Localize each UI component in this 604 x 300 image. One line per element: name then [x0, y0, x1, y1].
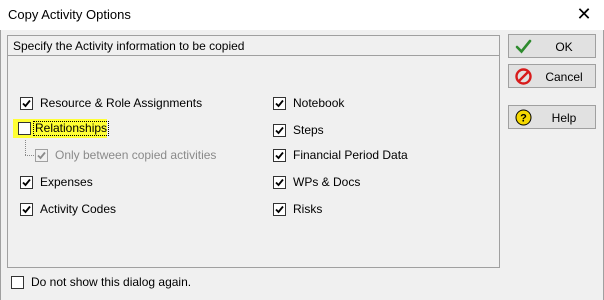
help-button[interactable]: ? Help [508, 105, 596, 129]
close-icon[interactable]: ✕ [564, 0, 604, 30]
cancel-icon [515, 68, 532, 85]
option-label: WPs & Docs [293, 175, 361, 189]
option-label: Notebook [293, 96, 345, 110]
checkmark-icon [22, 99, 31, 108]
cancel-button-label: Cancel [545, 70, 583, 84]
checkbox-only-between-copied-activities [35, 149, 48, 162]
option-label: Financial Period Data [293, 148, 408, 162]
checkbox-relationships[interactable] [18, 122, 31, 135]
checkbox-activity-codes[interactable] [20, 203, 33, 216]
ok-button[interactable]: OK [508, 34, 596, 58]
option-label: Do not show this dialog again. [31, 275, 192, 289]
tree-connector [25, 155, 34, 156]
option-label: Risks [293, 202, 323, 216]
checkbox-resource-role-assignments[interactable] [20, 97, 33, 110]
checkmark-icon [275, 178, 284, 187]
option-label: Activity Codes [40, 202, 117, 216]
option-label: Expenses [40, 175, 93, 189]
option-label: Resource & Role Assignments [40, 96, 203, 110]
option-label: Only between copied activities [55, 148, 217, 162]
checkmark-icon [515, 39, 532, 54]
checkmark-icon [275, 99, 284, 108]
option-label: Steps [293, 123, 324, 137]
dialog-title: Copy Activity Options [8, 7, 131, 22]
checkbox-steps[interactable] [273, 124, 286, 137]
checkmark-icon [275, 126, 284, 135]
option-label: Relationships [33, 121, 110, 136]
checkbox-wps-docs[interactable] [273, 176, 286, 189]
svg-text:?: ? [520, 113, 527, 125]
checkbox-risks[interactable] [273, 203, 286, 216]
ok-button-label: OK [555, 40, 573, 54]
window-border-left [0, 30, 1, 300]
tree-connector [25, 140, 26, 155]
option-relationships[interactable]: Relationships [13, 119, 110, 138]
checkbox-notebook[interactable] [273, 97, 286, 110]
checkmark-icon [275, 151, 284, 160]
checkbox-do-not-show-again[interactable] [11, 276, 24, 289]
checkbox-expenses[interactable] [20, 176, 33, 189]
panel-header-text: Specify the Activity information to be c… [13, 39, 245, 53]
checkmark-icon [22, 178, 31, 187]
panel-header: Specify the Activity information to be c… [8, 36, 499, 56]
help-icon: ? [515, 109, 532, 126]
checkmark-icon [37, 151, 46, 160]
checkbox-financial-period-data[interactable] [273, 149, 286, 162]
checkmark-icon [275, 205, 284, 214]
checkmark-icon [22, 205, 31, 214]
title-bar: Copy Activity Options ✕ [0, 0, 604, 30]
cancel-button[interactable]: Cancel [508, 64, 596, 88]
help-button-label: Help [551, 111, 577, 125]
